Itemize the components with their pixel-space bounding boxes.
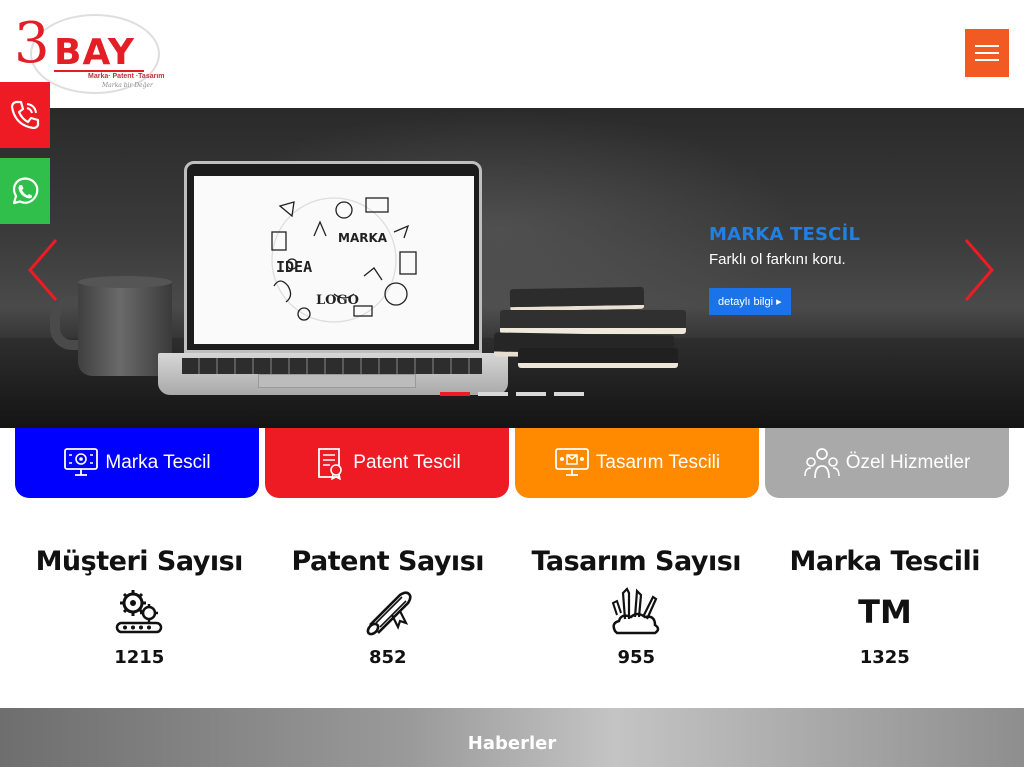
service-patent-tescil-button[interactable]: Patent Tescil [265,428,509,498]
phone-call-button[interactable] [0,82,50,148]
stat-patent: Patent Sayısı 852 [264,546,513,668]
stat-icon-wrapper [609,585,663,637]
book [518,348,678,368]
site-header: 3 BAY Marka· Patent ·Tasarım Marka bir D… [0,0,1024,108]
slide-title: MARKA TESCİL [709,224,861,245]
stat-value: 1215 [114,647,165,668]
hamburger-menu-button[interactable] [965,29,1009,77]
art-tools-icon [612,587,660,635]
slider-dot-2[interactable] [478,392,508,396]
stat-title: Patent Sayısı [291,546,485,577]
diploma-scroll-icon [366,591,412,636]
team-network-icon [803,448,840,479]
book [500,310,686,334]
stat-title: Tasarım Sayısı [531,546,742,577]
laptop-keyboard [182,358,482,374]
slider-dot-4[interactable] [554,392,584,396]
service-label: Marka Tescil [105,452,211,473]
hamburger-icon-bar [975,59,999,61]
logo-mark: 3 [14,11,50,76]
stat-icon-wrapper [362,585,414,637]
screen-word-marka: MARKA [338,231,388,245]
trademark-glyph: TM [858,593,912,631]
design-screen-icon [554,448,589,476]
monitor-gear-icon [64,448,99,476]
laptop-trackpad [258,374,416,388]
phone-icon [10,100,40,130]
chevron-left-icon [28,239,58,301]
coffee-mug-rim [78,276,172,288]
logo-subtitle: Marka· Patent ·Tasarım [88,73,165,80]
laptop-screen: MARKA IDEA LOGO [194,176,474,344]
slider-dot-3[interactable] [516,392,546,396]
chevron-right-icon [964,239,994,301]
stat-value: 1325 [859,647,910,668]
service-tasarim-tescili-button[interactable]: Tasarım Tescili [515,428,759,498]
stat-icon-wrapper [113,585,165,637]
book [509,286,645,312]
slider-pagination [440,392,584,396]
brand-doodle-illustration: MARKA IDEA LOGO [271,197,417,323]
trademark-icon: TM [858,593,912,631]
whatsapp-icon [12,177,39,205]
stat-title: Müşteri Sayısı [35,546,244,577]
service-buttons: Marka Tescil Patent Tescil Tasarım Tesci… [15,428,1009,498]
screen-word-logo: LOGO [316,293,359,308]
hamburger-icon-bar [975,45,999,47]
certificate-icon [318,448,343,480]
news-section: Haberler [0,708,1024,767]
service-marka-tescil-button[interactable]: Marka Tescil [15,428,259,498]
slide-text: Farklı ol farkını koru. [709,251,846,268]
gears-conveyor-icon [116,590,163,634]
stat-icon-wrapper: TM [857,585,913,637]
whatsapp-button[interactable] [0,158,50,224]
screen-word-idea: IDEA [276,258,312,276]
page: 3 BAY Marka· Patent ·Tasarım Marka bir D… [0,0,1024,767]
slide-caption: MARKA TESCİL Farklı ol farkını koru. det… [709,224,939,315]
hero-slider: MARKA IDEA LOGO MARKA TESCİL Farklı ol f… [0,108,1024,428]
logo-underline [54,70,144,72]
news-title: Haberler [467,733,557,754]
stat-marka: Marka Tescili TM 1325 [761,546,1010,668]
slider-next-button[interactable] [962,236,998,304]
hamburger-icon-bar [975,52,999,54]
stat-title: Marka Tescili [789,546,981,577]
service-label: Patent Tescil [353,452,461,473]
stat-musteri: Müşteri Sayısı 1215 [15,546,264,668]
slider-prev-button[interactable] [24,236,60,304]
stat-tasarim: Tasarım Sayısı 955 [512,546,761,668]
logo-tagline: Marka bir Değer [102,82,153,89]
stat-value: 955 [617,647,656,668]
slide-details-button[interactable]: detaylı bilgi ▸ [709,288,791,315]
service-label: Özel Hizmetler [845,452,971,473]
stats-section: Müşteri Sayısı 1215 Patent Sayısı 852 Ta… [15,546,1009,668]
service-label: Tasarım Tescili [595,452,721,473]
stat-value: 852 [368,647,407,668]
logo-wordmark: BAY [54,32,135,73]
service-ozel-hizmetler-button[interactable]: Özel Hizmetler [765,428,1009,498]
slider-dot-1[interactable] [440,392,470,396]
